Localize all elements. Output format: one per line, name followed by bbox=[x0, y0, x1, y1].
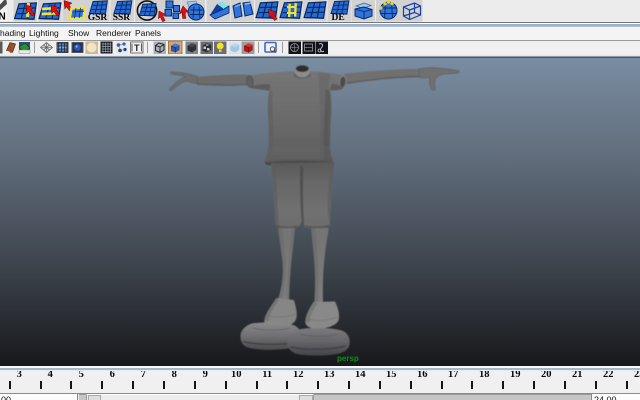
svg-text:T: T bbox=[134, 43, 140, 53]
svg-text:DE: DE bbox=[332, 13, 345, 22]
svg-text:persp: persp bbox=[337, 354, 359, 363]
svg-text:N: N bbox=[0, 12, 6, 23]
svg-text:GSR: GSR bbox=[88, 13, 108, 22]
svg-text:SSR: SSR bbox=[113, 13, 131, 22]
